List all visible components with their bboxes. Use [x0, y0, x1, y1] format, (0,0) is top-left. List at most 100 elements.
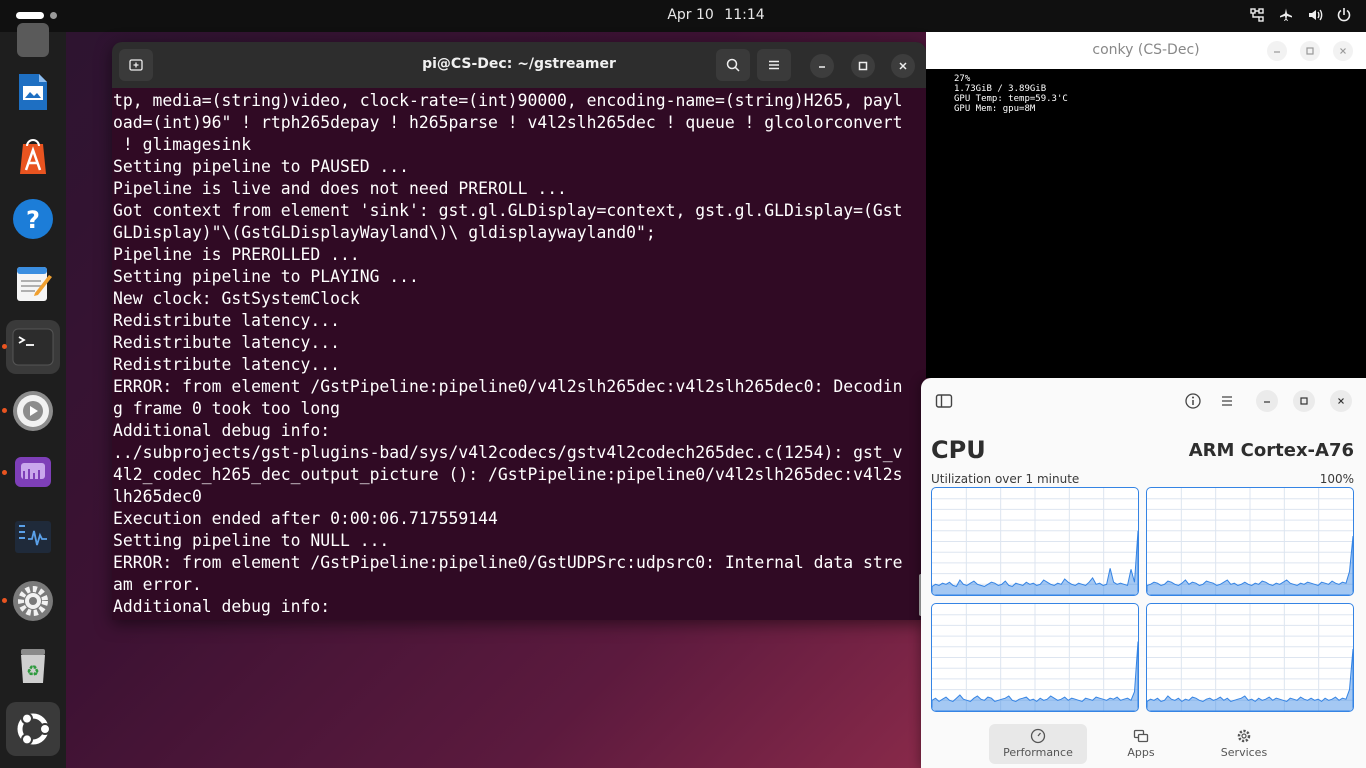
presentation-icon	[19, 74, 47, 110]
sysmon-maximize-button[interactable]	[1293, 390, 1315, 412]
gear-icon	[13, 581, 53, 621]
terminal-line: Redistribute latency...	[113, 355, 340, 374]
dock-item-impress[interactable]	[6, 65, 60, 119]
terminal-line: Additional debug info:	[113, 421, 331, 440]
screenshot-icon	[15, 457, 51, 487]
terminal-line: Redistribute latency...	[113, 311, 340, 330]
cpu-model: ARM Cortex-A76	[1188, 440, 1354, 461]
gear-icon	[1237, 729, 1251, 743]
dock-item-show-apps[interactable]	[6, 702, 60, 756]
network-icon[interactable]	[1249, 7, 1265, 23]
conky-memory: 1.73GiB / 3.89GiB	[954, 84, 1047, 94]
maximize-button[interactable]	[851, 54, 875, 78]
terminal-line: tp, media=(string)video, clock-rate=(int…	[113, 91, 903, 110]
conky-minimize-button[interactable]	[1267, 41, 1287, 61]
dock-item-text-editor[interactable]	[6, 256, 60, 310]
tab-apps-label: Apps	[1127, 746, 1155, 759]
clock[interactable]: Apr 10 11:14	[0, 7, 1366, 23]
tab-performance[interactable]: Performance	[989, 724, 1087, 764]
terminal-line: New clock: GstSystemClock	[113, 289, 360, 308]
windows-icon	[1133, 729, 1149, 743]
maximize-icon	[1306, 47, 1314, 55]
conky-cpu-usage: 27%	[954, 74, 971, 84]
terminal-window[interactable]: pi@CS-Dec: ~/gstreamer tp, media=(string…	[112, 42, 926, 620]
hamburger-icon	[769, 60, 779, 70]
terminal-line: lh265dec0	[113, 487, 202, 506]
maximize-icon	[858, 61, 868, 71]
terminal-line: am error.	[113, 575, 202, 594]
cpu-core-graph	[931, 603, 1139, 712]
cpu-core-graph	[1146, 487, 1354, 596]
terminal-line: Setting pipeline to PAUSED ...	[113, 157, 410, 176]
video-player-icon	[13, 391, 53, 431]
terminal-line: Redistribute latency...	[113, 333, 340, 352]
tab-apps[interactable]: Apps	[1092, 724, 1190, 764]
terminal-line: ERROR: from element /GstPipeline:pipelin…	[113, 377, 903, 396]
volume-icon[interactable]	[1307, 7, 1323, 23]
dock-item-screenshot[interactable]	[2, 446, 60, 500]
sysmon-minimize-button[interactable]	[1256, 390, 1278, 412]
svg-text:♻: ♻	[26, 662, 39, 680]
top-bar: Apr 10 11:14	[0, 0, 1366, 32]
info-icon[interactable]	[1184, 392, 1202, 410]
text-editor-icon	[17, 267, 52, 301]
search-button[interactable]	[716, 49, 750, 81]
close-icon	[899, 62, 907, 70]
running-indicator	[2, 408, 7, 413]
conky-stats: 27% 1.73GiB / 3.89GiB GPU Temp: temp=59.…	[954, 74, 1068, 114]
system-monitor-window[interactable]: CPU ARM Cortex-A76 Utilization over 1 mi…	[921, 378, 1366, 768]
ubuntu-logo-icon	[17, 712, 51, 746]
clock-time: 11:14	[724, 7, 765, 23]
minimize-icon	[819, 66, 825, 68]
hamburger-icon[interactable]	[1218, 392, 1236, 410]
terminal-line: Pipeline is live and does not need PRERO…	[113, 179, 567, 198]
search-icon	[726, 58, 740, 72]
terminal-line: oad=(int)96" ! rtph265depay ! h265parse …	[113, 113, 903, 132]
help-icon: ?	[13, 199, 53, 239]
utilization-max: 100%	[1319, 472, 1354, 486]
clock-date: Apr 10	[667, 7, 714, 23]
terminal-line: Setting pipeline to NULL ...	[113, 531, 390, 550]
minimize-icon	[1264, 401, 1270, 403]
terminal-line: Execution ended after 0:00:06.717559144	[113, 509, 498, 528]
power-icon[interactable]	[1336, 7, 1352, 23]
close-icon	[1338, 398, 1344, 404]
utilization-label: Utilization over 1 minute	[931, 472, 1080, 486]
terminal-line: GLDisplay)"\(GstGLDisplayWayland\)\ gldi…	[113, 223, 656, 242]
sidebar-toggle-icon[interactable]	[935, 392, 953, 410]
cpu-core-graph	[1146, 603, 1354, 712]
conky-window[interactable]: conky (CS-Dec) 27% 1.73GiB / 3.89GiB GPU…	[926, 32, 1366, 378]
dock-item-terminal[interactable]	[2, 320, 60, 374]
terminal-line: Got context from element 'sink': gst.gl.…	[113, 201, 903, 220]
conky-maximize-button[interactable]	[1300, 41, 1320, 61]
terminal-line: ! glimagesink	[113, 135, 252, 154]
close-button[interactable]	[891, 54, 915, 78]
terminal-line: g frame 0 took too long	[113, 399, 340, 418]
dock-item-trash[interactable]: ♻	[6, 638, 60, 692]
conky-close-button[interactable]	[1333, 41, 1353, 61]
terminal-line: 4l2_codec_h265_dec_output_picture (): /G…	[113, 465, 903, 484]
dock-item-partial-top[interactable]	[6, 12, 60, 66]
terminal-icon	[12, 328, 54, 366]
sysmon-close-button[interactable]	[1330, 390, 1352, 412]
tab-services[interactable]: Services	[1195, 724, 1293, 764]
dock-item-app-center[interactable]	[6, 129, 60, 183]
dock-item-help[interactable]: ?	[6, 192, 60, 246]
dock-item-system-monitor[interactable]	[6, 510, 60, 564]
terminal-line: Additional debug info:	[113, 597, 331, 616]
terminal-output[interactable]: tp, media=(string)video, clock-rate=(int…	[113, 90, 919, 618]
menu-button[interactable]	[757, 49, 791, 81]
view-switcher: Performance Apps Services	[921, 718, 1366, 768]
tab-services-label: Services	[1220, 746, 1268, 759]
dock-item-settings[interactable]	[2, 574, 60, 628]
terminal-line: Pipeline is PREROLLED ...	[113, 245, 360, 264]
running-indicator	[2, 470, 7, 475]
system-tray[interactable]	[1249, 7, 1352, 23]
dock: ? ♻	[0, 23, 66, 768]
terminal-headerbar[interactable]: pi@CS-Dec: ~/gstreamer	[112, 42, 926, 88]
dock-item-video-player[interactable]	[2, 384, 60, 438]
conky-headerbar[interactable]: conky (CS-Dec)	[926, 32, 1366, 69]
airplane-icon[interactable]	[1278, 7, 1294, 23]
running-indicator	[2, 344, 7, 349]
minimize-button[interactable]	[810, 54, 834, 78]
